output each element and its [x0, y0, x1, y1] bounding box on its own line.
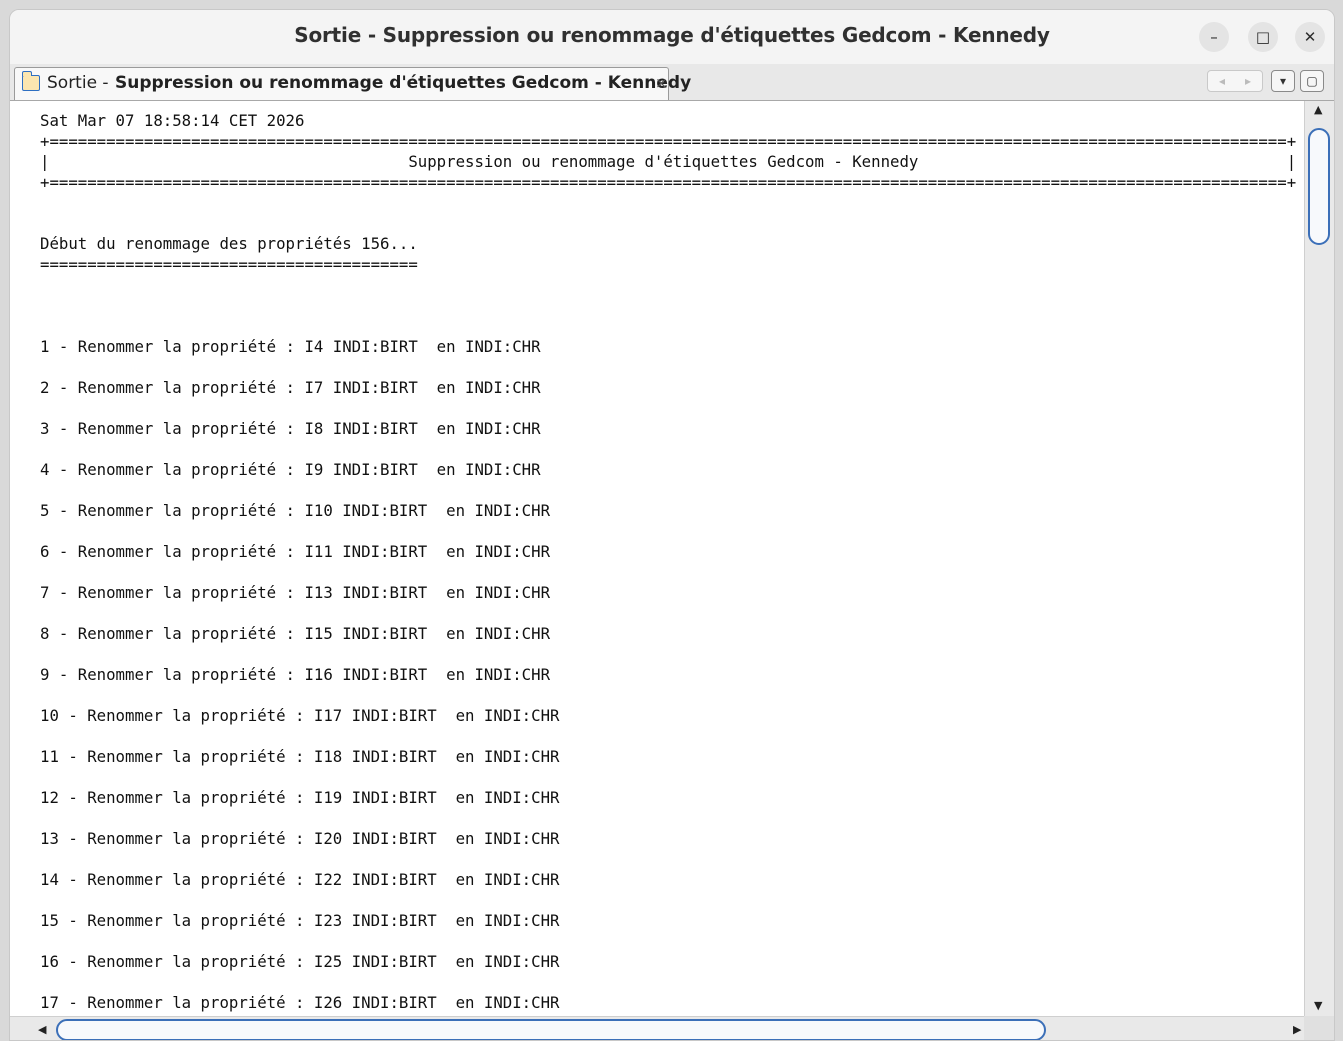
- minimize-button[interactable]: –: [1199, 22, 1229, 52]
- folder-document-icon: [22, 71, 40, 91]
- scrollbar-corner: [1304, 1016, 1334, 1040]
- scroll-up-icon[interactable]: ▲: [1314, 103, 1322, 116]
- app-window: Sortie - Suppression ou renommage d'étiq…: [9, 9, 1335, 1041]
- tab-list-button[interactable]: ▾: [1271, 70, 1295, 92]
- title-bar[interactable]: Sortie - Suppression ou renommage d'étiq…: [10, 10, 1334, 65]
- scroll-down-icon[interactable]: ▼: [1314, 999, 1322, 1012]
- output-text: Sat Mar 07 18:58:14 CET 2026 +==========…: [40, 111, 1297, 1012]
- output-area[interactable]: Sat Mar 07 18:58:14 CET 2026 +==========…: [10, 101, 1304, 1016]
- tab-output[interactable]: Sortie - Suppression ou renommage d'étiq…: [14, 67, 691, 100]
- scroll-right-icon[interactable]: ▶: [1293, 1023, 1301, 1036]
- tab-bar: Sortie - Suppression ou renommage d'étiq…: [10, 64, 1334, 101]
- tab-label: Suppression ou renommage d'étiquettes Ge…: [115, 73, 692, 93]
- close-window-button[interactable]: ✕: [1295, 22, 1325, 52]
- tab-restore-button[interactable]: ▢: [1300, 70, 1324, 92]
- vertical-scroll-thumb[interactable]: [1308, 128, 1330, 245]
- scroll-left-icon[interactable]: ◀: [38, 1023, 46, 1036]
- vertical-scrollbar[interactable]: ▲ ▼: [1304, 101, 1334, 1016]
- horizontal-scroll-thumb[interactable]: [56, 1019, 1046, 1040]
- maximize-button[interactable]: □: [1248, 22, 1278, 52]
- tab-scroll-buttons[interactable]: ◂ ▸: [1207, 70, 1263, 92]
- tab-next-icon[interactable]: ▸: [1235, 71, 1261, 91]
- tab-close-icon[interactable]: ×: [655, 68, 668, 99]
- horizontal-scrollbar[interactable]: ◀ ▶: [10, 1016, 1304, 1040]
- window-title: Sortie - Suppression ou renommage d'étiq…: [294, 23, 1050, 47]
- tab-prefix: Sortie -: [47, 73, 109, 93]
- tab-prev-icon[interactable]: ◂: [1209, 71, 1235, 91]
